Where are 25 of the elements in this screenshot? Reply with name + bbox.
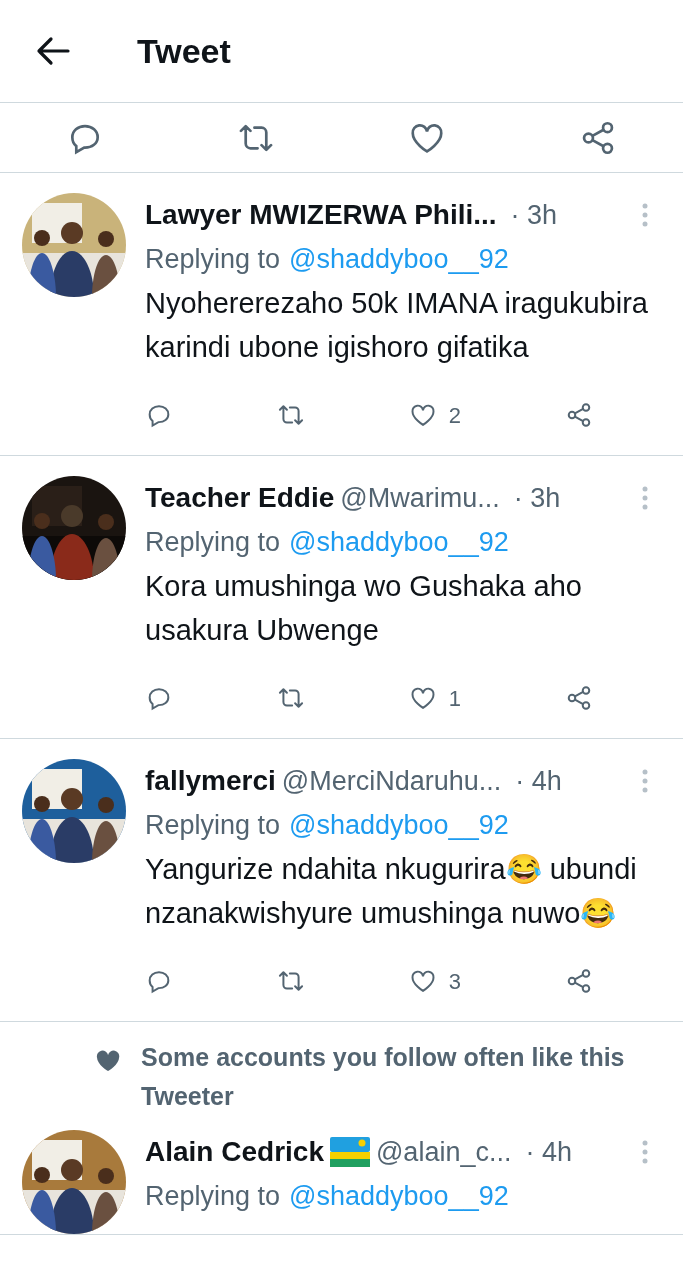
reply-text: Kora umushinga wo Gushaka aho usakura Ubwenge xyxy=(145,569,583,648)
timestamp: · 3h xyxy=(513,481,561,515)
author-name[interactable]: fallymerci xyxy=(145,760,276,802)
page-title: Tweet xyxy=(137,30,231,72)
timestamp: · 3h xyxy=(510,198,558,232)
replying-label: Replying to xyxy=(145,242,281,276)
like-count: 3 xyxy=(448,967,462,996)
reply-text: Nyohererezaho 50k IMANA iragukubira karindi ubone igishoro gifatika xyxy=(145,286,649,365)
replying-label: Replying to xyxy=(145,1179,281,1213)
author-handle[interactable]: @MerciNdaruhu... xyxy=(281,760,502,802)
social-context-text: Some accounts you follow often like this Tweeter xyxy=(141,1042,626,1112)
replying-label: Replying to xyxy=(145,525,281,559)
like-count: 1 xyxy=(448,684,462,713)
timestamp: · 4h xyxy=(515,764,562,798)
author-handle[interactable]: @Mwarimu... xyxy=(340,477,500,519)
reply-text: Yangurize ndahita nkugurira😂 ubundi nzanakwishyure umushinga nuwo😂 xyxy=(145,852,638,931)
author-name[interactable]: Alain Cedrick xyxy=(145,1131,324,1173)
author-name[interactable]: Teacher Eddie xyxy=(145,477,335,519)
like-count: 2 xyxy=(448,401,462,430)
timestamp: · 4h xyxy=(525,1135,572,1169)
replying-label: Replying to xyxy=(145,808,281,842)
back-arrow-icon[interactable] xyxy=(36,36,70,66)
author-handle[interactable]: @alain_c... xyxy=(375,1131,512,1173)
author-name[interactable]: Lawyer MWIZERWA Phili... xyxy=(145,194,497,236)
heart-icon xyxy=(96,1048,121,1074)
